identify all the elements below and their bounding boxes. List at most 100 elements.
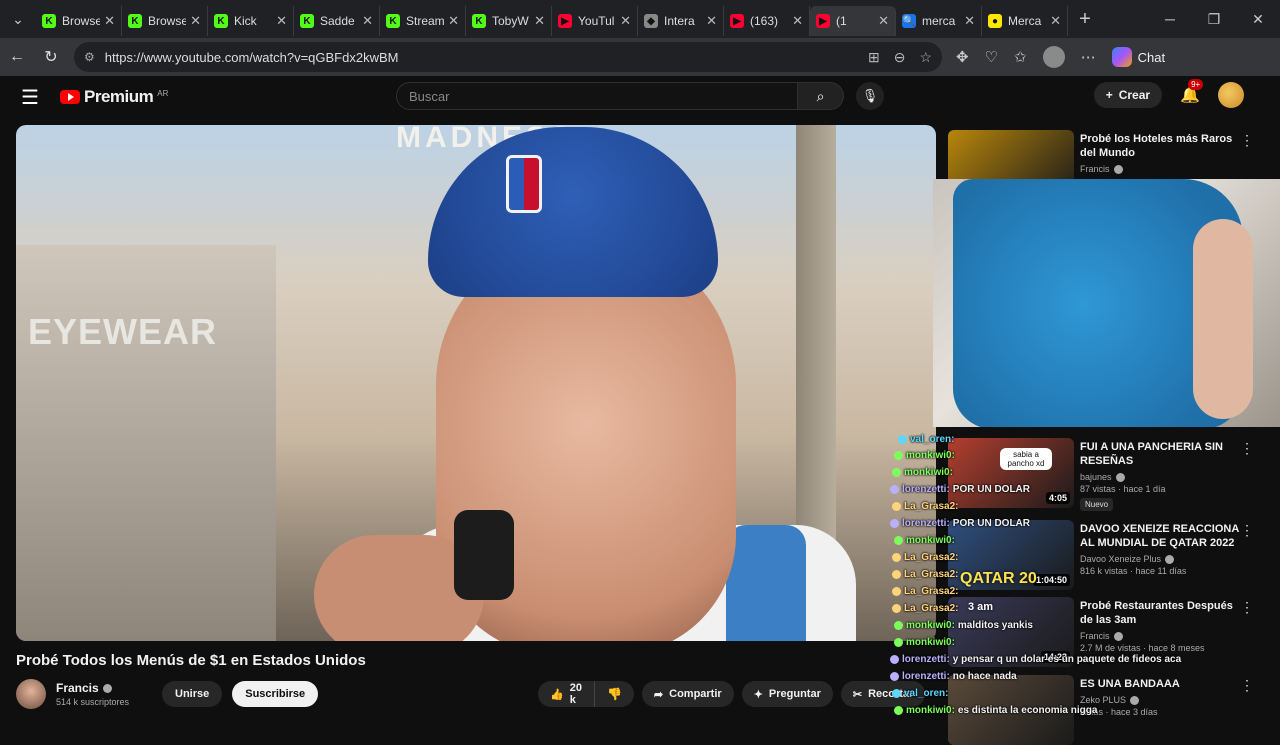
browser-tab[interactable]: K Sadde ✕ xyxy=(294,6,380,36)
more-options-icon[interactable]: ⋮ xyxy=(1240,440,1254,457)
site-info-icon[interactable]: ⚙ xyxy=(84,50,95,64)
tab-close-icon[interactable]: ✕ xyxy=(276,13,287,29)
channel-name[interactable]: Francis xyxy=(1080,631,1240,642)
tab-close-icon[interactable]: ✕ xyxy=(964,13,975,29)
video-player[interactable]: EYEWEAR MADNESS xyxy=(16,125,936,641)
video-title-link[interactable]: Probé los Hoteles más Raros del Mundo xyxy=(1080,132,1240,160)
channel-name[interactable]: bajunes xyxy=(1080,472,1240,483)
tab-title: Merca xyxy=(1008,14,1042,28)
recommended-video[interactable]: 1:04:50 QATAR 20 DAVOO XENEIZE REACCIONA A… xyxy=(948,520,1268,590)
join-button[interactable]: Unirse xyxy=(162,681,223,707)
profile-avatar[interactable] xyxy=(1042,46,1065,68)
extensions-icon[interactable]: ✥ xyxy=(956,48,969,66)
tab-close-icon[interactable]: ✕ xyxy=(534,13,545,29)
channel-label: Francis xyxy=(1080,631,1110,641)
refresh-icon[interactable]: ↻ xyxy=(34,47,68,67)
favorites-icon[interactable]: ✩ xyxy=(1014,48,1027,66)
browser-tab[interactable]: 🔍 merca ✕ xyxy=(896,6,982,36)
browser-tab[interactable]: K Stream ✕ xyxy=(380,6,466,36)
video-thumbnail[interactable]: 14:23 3 am xyxy=(948,597,1074,667)
more-menu-icon[interactable]: ⋯ xyxy=(1081,48,1096,66)
back-icon[interactable]: ← xyxy=(0,48,34,66)
browser-tab[interactable]: K TobyW ✕ xyxy=(466,6,552,36)
tab-close-icon[interactable]: ✕ xyxy=(448,13,459,29)
restore-icon[interactable]: ❐ xyxy=(1192,11,1236,28)
youtube-play-icon xyxy=(60,90,80,104)
view-info: vistas · hace 3 días xyxy=(1080,707,1158,718)
voice-search-button[interactable]: 🎙 xyxy=(856,82,884,110)
dislike-button[interactable]: 👎 xyxy=(595,687,634,701)
like-dislike-group: 👍 20 k 👎 xyxy=(538,681,634,707)
youtube-logo[interactable]: Premium AR xyxy=(60,87,168,107)
tab-close-icon[interactable]: ✕ xyxy=(190,13,201,29)
ask-button[interactable]: ✦ Preguntar xyxy=(741,681,833,707)
subscribe-button[interactable]: Suscribirse xyxy=(232,681,319,707)
recommended-video[interactable]: ES UNA BANDAAA Zeko PLUS vistas · hace 3 d… xyxy=(948,675,1268,745)
tab-title: (163) xyxy=(750,14,779,28)
tab-favicon-icon: K xyxy=(128,14,142,28)
browser-tab[interactable]: ▶ (1 ✕ xyxy=(810,6,896,36)
video-title-link[interactable]: DAVOO XENEIZE REACCIONA AL MUNDIAL DE QA… xyxy=(1080,522,1240,550)
region-code: AR xyxy=(157,89,169,98)
channel-name[interactable]: Davoo Xeneize Plus xyxy=(1080,554,1240,565)
create-button[interactable]: + Crear xyxy=(1093,82,1163,108)
browser-tab[interactable]: ▶ (163) ✕ xyxy=(724,6,810,36)
video-title-link[interactable]: ES UNA BANDAAA xyxy=(1080,677,1240,691)
search-button[interactable]: ⌕ xyxy=(798,82,844,110)
video-title-link[interactable]: FUI A UNA PANCHERIA SIN RESEÑAS xyxy=(1080,440,1240,468)
notifications-button[interactable]: 🔔 9+ xyxy=(1180,79,1204,105)
channel-name[interactable]: Francis xyxy=(1080,164,1240,175)
more-options-icon[interactable]: ⋮ xyxy=(1240,522,1254,539)
video-thumbnail[interactable] xyxy=(948,675,1074,745)
like-button[interactable]: 👍 20 k xyxy=(538,681,595,707)
copilot-chat-button[interactable]: Chat xyxy=(1111,47,1165,67)
zoom-icon[interactable]: ⊖ xyxy=(894,49,906,66)
account-avatar[interactable] xyxy=(1218,82,1244,108)
video-frame-sign: EYEWEAR xyxy=(28,311,218,352)
video-thumbnail[interactable]: 4:05 xyxy=(948,438,1074,508)
tab-close-icon[interactable]: ✕ xyxy=(1050,13,1061,29)
more-options-icon[interactable]: ⋮ xyxy=(1240,677,1254,694)
video-title-link[interactable]: Probé Restaurantes Después de las 3am xyxy=(1080,599,1240,627)
recommended-video[interactable]: 4:05 FUI A UNA PANCHERIA SIN RESEÑAS bajun… xyxy=(948,438,1268,512)
tab-close-icon[interactable]: ✕ xyxy=(878,13,889,29)
tab-close-icon[interactable]: ✕ xyxy=(706,13,717,29)
more-options-icon[interactable]: ⋮ xyxy=(1240,599,1254,616)
tab-favicon-icon: K xyxy=(42,14,56,28)
share-button[interactable]: ➦ Compartir xyxy=(641,681,734,707)
video-meta: DAVOO XENEIZE REACCIONA AL MUNDIAL DE QA… xyxy=(1080,522,1240,576)
tab-close-icon[interactable]: ✕ xyxy=(362,13,373,29)
channel-name[interactable]: Zeko PLUS xyxy=(1080,695,1240,706)
close-window-icon[interactable]: ✕ xyxy=(1236,11,1280,28)
toolbar-right: ✥ ♡ ✩ ⋯ Chat xyxy=(956,46,1165,68)
channel-label: Zeko PLUS xyxy=(1080,695,1127,705)
clip-button[interactable]: ✂ Recortar xyxy=(840,681,926,707)
recommended-video[interactable]: 14:23 3 am Probé Restaurantes Después de l… xyxy=(948,597,1268,667)
browser-tab[interactable]: ▶ YouTul ✕ xyxy=(552,6,638,36)
tab-favicon-icon: ▶ xyxy=(558,14,572,28)
browser-tab[interactable]: K Browse ✕ xyxy=(36,6,122,36)
channel-avatar[interactable] xyxy=(16,679,46,709)
url-field[interactable]: ⚙ https://www.youtube.com/watch?v=qGBFdx… xyxy=(74,42,942,72)
tab-favicon-icon: ◆ xyxy=(644,14,658,28)
tab-title: (1 xyxy=(836,14,847,28)
browser-tab[interactable]: ◆ Intera ✕ xyxy=(638,6,724,36)
browser-tab[interactable]: K Browse ✕ xyxy=(122,6,208,36)
tab-close-icon[interactable]: ✕ xyxy=(620,13,631,29)
verified-icon xyxy=(1130,696,1140,706)
channel-name-wrap[interactable]: Francis xyxy=(56,681,146,695)
video-thumbnail[interactable]: 1:04:50 QATAR 20 xyxy=(948,520,1074,590)
favorite-star-icon[interactable]: ☆ xyxy=(919,49,932,66)
browser-tab[interactable]: K Kick ✕ xyxy=(208,6,294,36)
more-options-icon[interactable]: ⋮ xyxy=(1240,132,1254,149)
minimize-icon[interactable]: ─ xyxy=(1148,11,1192,28)
tab-list-menu-icon[interactable]: ⌄ xyxy=(0,0,36,38)
search-input[interactable] xyxy=(396,82,798,110)
browser-tab[interactable]: ● Merca ✕ xyxy=(982,6,1068,36)
tab-close-icon[interactable]: ✕ xyxy=(792,13,803,29)
guide-menu-icon[interactable]: ☰ xyxy=(0,85,60,110)
app-available-icon[interactable]: ⊞ xyxy=(868,49,880,66)
tab-close-icon[interactable]: ✕ xyxy=(104,13,115,29)
browser-essentials-icon[interactable]: ♡ xyxy=(985,48,998,66)
new-tab-button[interactable]: + xyxy=(1068,8,1102,31)
